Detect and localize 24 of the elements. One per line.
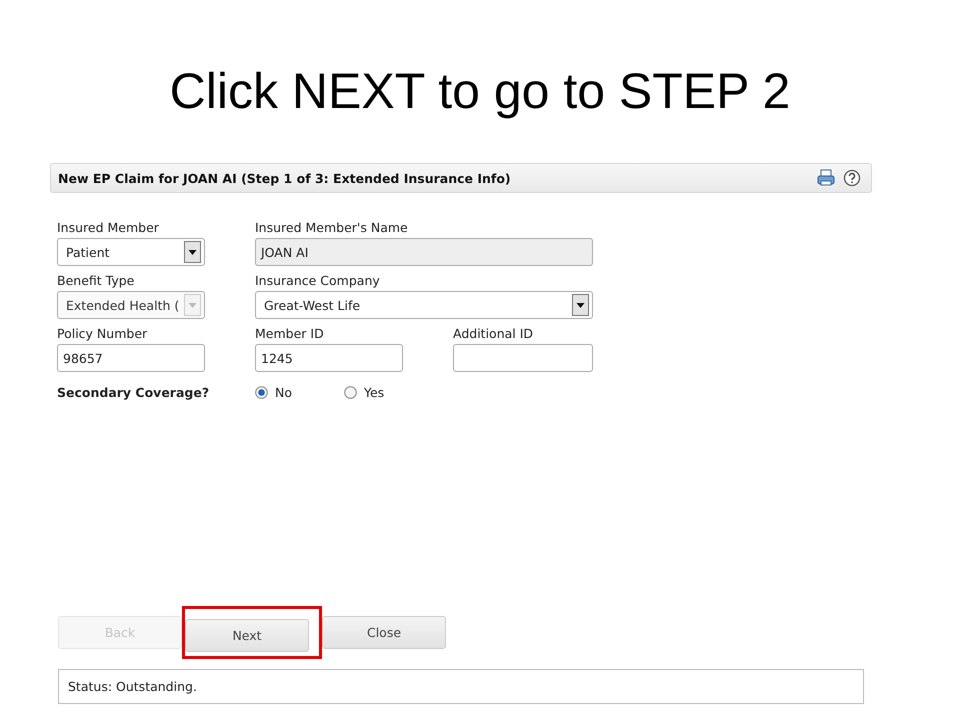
field-label: Insured Member — [57, 220, 160, 237]
input-field[interactable] — [453, 344, 593, 372]
dialog-button[interactable]: Close — [322, 616, 446, 648]
field-label: Member ID — [255, 326, 325, 343]
radio-button[interactable] — [344, 386, 357, 399]
input-field[interactable]: 1245 — [255, 344, 403, 372]
slide-title: Click NEXT to go to STEP 2 — [168, 62, 792, 121]
field-label: Secondary Coverage? — [57, 385, 210, 400]
dropdown[interactable]: Patient — [57, 238, 205, 266]
help-icon[interactable] — [843, 169, 861, 187]
input-field[interactable]: 98657 — [57, 344, 205, 372]
status-bar: Status: Outstanding. — [58, 669, 864, 704]
dialog-title: New EP Claim for JOAN AI (Step 1 of 3: Extended Insurance Info) — [58, 170, 512, 186]
field-label: Additional ID — [453, 326, 534, 343]
field-label: Benefit Type — [57, 273, 136, 290]
dropdown[interactable]: Great-West Life — [255, 291, 593, 319]
dialog-button[interactable]: Next — [185, 618, 309, 652]
radio-button[interactable] — [255, 386, 268, 399]
field-label: Insurance Company — [255, 273, 381, 290]
printer-icon[interactable] — [817, 169, 835, 187]
radio-option[interactable]: No — [255, 385, 344, 400]
field-label: Insured Member's Name — [255, 220, 409, 237]
field-label: Policy Number — [57, 326, 148, 343]
radio-option[interactable]: Yes — [344, 385, 433, 400]
